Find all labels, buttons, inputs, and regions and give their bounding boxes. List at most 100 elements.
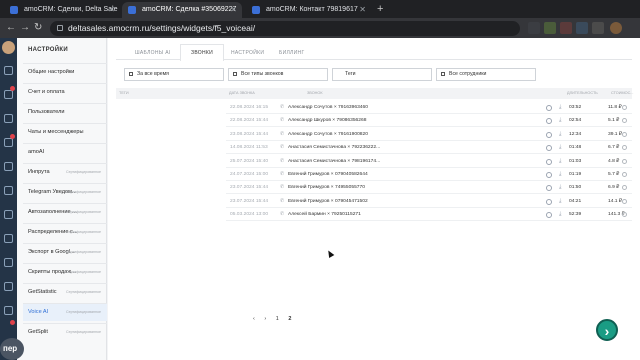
download-icon[interactable]: ⤓ [559,195,561,208]
sidebar-item-chats[interactable]: Чаты и мессенджеры [23,123,107,141]
reload-icon[interactable]: ↻ [34,21,42,35]
date-column-header[interactable]: ДАТА ЗВОНКА [226,88,304,99]
close-icon[interactable]: ✕ [230,2,237,18]
download-icon[interactable]: ⤓ [559,208,561,221]
dashboard-icon[interactable] [4,66,13,75]
call-column-header[interactable]: ЗВОНОК [304,88,564,99]
info-icon[interactable] [622,172,627,177]
sidebar-item-amoai[interactable]: amoAI [23,143,107,161]
table-row[interactable]: 22.08.2024 15:44 ✆ Александр Шкуров × 7908… [226,114,632,128]
close-icon[interactable]: ✕ [108,2,115,18]
table-row[interactable]: 14.08.2024 11:53 ✆ Анастасия Семистачнова … [226,141,632,155]
chats-icon[interactable] [4,162,13,171]
play-icon[interactable] [546,185,552,192]
browser-tab-1[interactable]: amoCRM: Сделки, Delta Sale ✕ [4,2,120,18]
tab-calls[interactable]: ЗВОНКИ [180,44,224,61]
download-icon[interactable]: ⤓ [559,101,561,114]
tasks-icon[interactable] [4,114,13,123]
analytics-icon[interactable] [4,210,13,219]
browser-tab-2[interactable]: amoCRM: Сделка #35069227 ✕ [122,2,242,18]
download-icon[interactable]: ⤓ [559,114,561,127]
info-icon[interactable] [622,131,627,137]
contacts-icon[interactable] [4,138,13,147]
leads-icon[interactable] [4,90,13,99]
extension-icon[interactable] [544,22,556,34]
sidebar-item-general[interactable]: Общие настройки [23,63,107,81]
settings-icon[interactable] [4,282,13,291]
new-tab-button[interactable]: + [377,2,383,16]
extension-icon[interactable] [576,22,588,34]
table-row[interactable]: 23.08.2024 15:44 ✆ Александр Сочутов × 791… [226,128,632,141]
tags-column-header[interactable]: ТЕГИ [116,88,242,99]
download-icon[interactable]: ⤓ [559,128,561,141]
next-page-button[interactable]: › [264,316,266,322]
sidebar-item-distribution[interactable]: Распределение с... Сертифицированное [23,223,107,241]
play-icon[interactable] [546,118,552,125]
download-icon[interactable]: ⤓ [559,141,561,154]
download-icon[interactable]: ⤓ [559,168,561,181]
call-link[interactable]: Евгений Гримуров × 079040582644 [288,168,368,181]
info-icon[interactable] [622,145,627,151]
call-link[interactable]: Евгений Гримуров × 74955055770 [288,181,365,194]
play-icon[interactable] [546,198,552,205]
table-row[interactable]: 23.07.2024 15:44 ✆ Евгений Гримуров × 7495… [226,181,632,195]
info-icon[interactable] [622,185,627,191]
table-row[interactable]: 05.03.2024 13:00 ✆ Алексей Бармин × 792501… [226,208,632,222]
call-link[interactable]: Александр Шкуров × 79086356268 [288,114,366,127]
forward-icon[interactable]: → [20,21,30,35]
browser-tab-3[interactable]: amoCRM: Контакт 79819617 ✕ [246,2,371,18]
page-2-button[interactable]: 2 [288,316,291,322]
play-icon[interactable] [546,105,552,111]
call-link[interactable]: Анастасия Семистачнова × 792236222... [288,141,380,154]
sidebar-item-getsplit[interactable]: GetSplit Сертифицированное [23,323,107,341]
call-link[interactable]: Алексей Бармин × 79250115271 [288,208,361,221]
tab-billing[interactable]: БИЛЛИНГ [268,44,315,60]
bookmark-icon[interactable] [528,22,540,34]
help-icon[interactable] [4,306,13,315]
profile-avatar[interactable] [610,22,622,34]
sidebar-item-telegram[interactable]: Telegram Уведом... Сертифицированное [23,183,107,201]
sidebar-item-google-export[interactable]: Экспорт в Googl... Сертифицированное [23,243,107,261]
info-icon[interactable] [622,212,627,218]
call-link[interactable]: Александр Сочутов × 79161900820 [288,128,368,141]
page-1-button[interactable]: 1 [276,316,279,322]
info-icon[interactable] [622,158,627,164]
table-row[interactable]: 22.08.2024 16:15 ✆ Александр Сочутов × 791… [226,101,632,114]
tab-settings[interactable]: НАСТРОЙКИ [220,44,275,60]
download-icon[interactable]: ⤓ [559,181,561,194]
user-avatar[interactable] [2,41,15,54]
extension-icon[interactable] [592,22,604,34]
next-arrow-button[interactable]: › [596,319,618,341]
tags-filter[interactable]: Теги [332,68,432,81]
play-icon[interactable] [546,172,552,178]
call-link[interactable]: Александр Сочутов × 79163963460 [288,101,368,114]
info-icon[interactable] [622,105,627,110]
sidebar-item-sales-scripts[interactable]: Скрипты продаж... Сертифицированное [23,263,107,281]
sidebar-item-inpruta[interactable]: Инпрута Сертифицированное [23,163,107,181]
play-icon[interactable] [546,212,552,219]
call-link[interactable]: Евгений Гримуров × 079045471502 [288,195,368,208]
play-icon[interactable] [546,131,552,138]
extension-icon[interactable] [560,22,572,34]
sidebar-item-getstatistic[interactable]: GetStatistic Сертифицированное [23,283,107,301]
sidebar-item-autofill[interactable]: Автозаполнение ... Сертифицированное [23,203,107,221]
info-icon[interactable] [622,198,627,204]
close-icon[interactable]: ✕ [359,2,366,18]
sidebar-item-voice-ai[interactable]: Voice AI Сертифицированное [23,303,107,321]
prev-page-button[interactable]: ‹ [253,316,255,322]
url-input[interactable]: deltasales.amocrm.ru/settings/widgets/f5… [50,21,520,36]
duration-column-header[interactable]: ДЛИТЕЛЬНОСТЬ [564,88,608,99]
sidebar-item-users[interactable]: Пользователи [23,103,107,121]
cost-column-header[interactable]: СТОИМОС... [608,88,633,99]
play-icon[interactable] [546,158,552,165]
integrations-icon[interactable] [4,258,13,267]
back-icon[interactable]: ← [6,21,16,35]
sidebar-item-billing[interactable]: Счет и оплата [23,83,107,101]
play-icon[interactable] [546,145,552,152]
table-row[interactable]: 23.07.2024 15:44 ✆ Евгений Гримуров × 0790… [226,195,632,208]
info-icon[interactable] [622,118,627,124]
download-icon[interactable]: ⤓ [559,155,561,168]
call-type-filter[interactable]: Все типы звонков [228,68,328,81]
mail-icon[interactable] [4,186,13,195]
table-row[interactable]: 24.07.2024 15:00 ✆ Евгений Гримуров × 0790… [226,168,632,181]
